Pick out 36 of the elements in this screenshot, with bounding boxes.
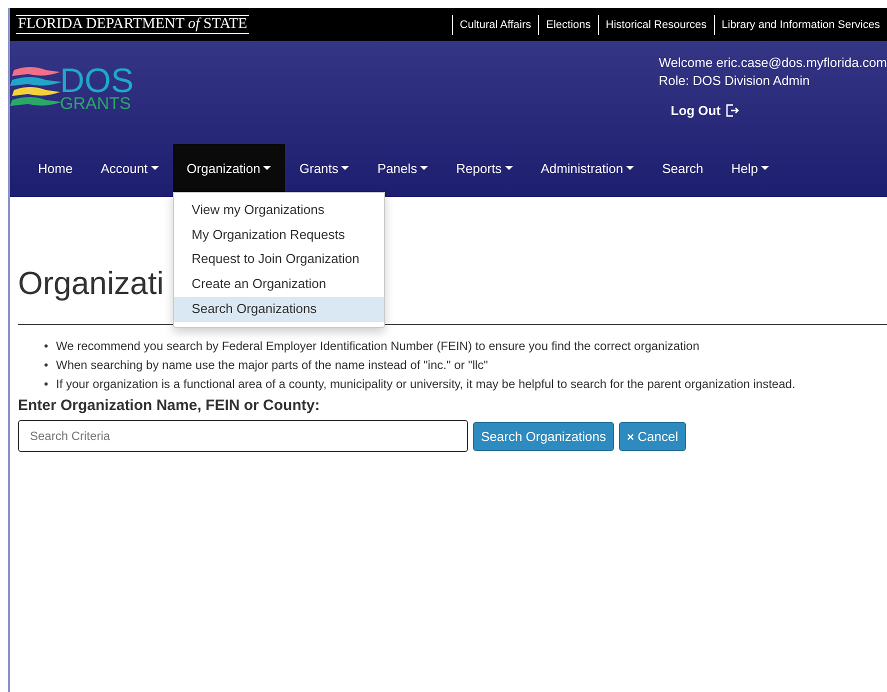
page-title: Organizati — [18, 264, 164, 303]
welcome-text: Welcome eric.case@dos.myflorida.com — [658, 55, 887, 70]
bullet: • — [44, 357, 50, 374]
cancel-button[interactable]: × Cancel — [619, 422, 686, 450]
logout-icon — [726, 104, 739, 117]
bullet: • — [44, 338, 50, 355]
tip-text: If your organization is a functional area of a county, municipality or university, it may be helpful to search for the parent organization instead. — [56, 376, 796, 393]
nav-tab[interactable]: Help — [717, 144, 784, 192]
nav-tab[interactable]: Organization — [172, 144, 286, 192]
menu-item[interactable]: View my Organizations — [174, 198, 384, 223]
nav-tab[interactable]: Account — [86, 144, 173, 192]
menu-item[interactable]: Request to Join Organization — [174, 247, 384, 272]
nav-tab[interactable]: Reports — [442, 144, 527, 192]
nav-tab[interactable]: Panels — [363, 144, 442, 192]
top-link[interactable]: Library and Information Services — [714, 14, 887, 34]
search-field[interactable]: Search Criteria — [18, 420, 468, 452]
tip-text: We recommend you search by Federal Employer Identification Number (FEIN) to ensure you find the correct organization — [56, 338, 700, 355]
tip-text: When searching by name use the major parts of the name instead of "inc." or "llc" — [56, 357, 488, 374]
top-link[interactable]: Historical Resources — [598, 14, 714, 34]
nav-tab[interactable]: Grants — [285, 144, 364, 192]
top-link[interactable]: Cultural Affairs — [452, 14, 538, 34]
logo-title: DOS — [60, 66, 134, 96]
logout-link[interactable]: Log Out — [670, 103, 887, 118]
search-button[interactable]: Search Organizations — [473, 422, 614, 450]
nav-tab[interactable]: Administration — [526, 144, 648, 192]
logo-subtitle: GRANTS — [60, 96, 132, 111]
menu-item[interactable]: My Organization Requests — [174, 222, 384, 248]
nav-tab[interactable]: Search — [648, 144, 718, 192]
role-text: Role: DOS Division Admin — [658, 73, 811, 88]
field-label: Enter Organization Name, FEIN or County: — [18, 397, 321, 414]
menu-item[interactable]: Create an Organization — [174, 272, 384, 297]
department-logo: FLORIDA DEPARTMENT of STATE — [16, 15, 250, 34]
nav-tab[interactable]: Home — [24, 144, 87, 192]
bullet: • — [44, 376, 50, 393]
top-link[interactable]: Elections — [538, 14, 598, 34]
menu-item[interactable]: Search Organizations — [174, 296, 384, 322]
